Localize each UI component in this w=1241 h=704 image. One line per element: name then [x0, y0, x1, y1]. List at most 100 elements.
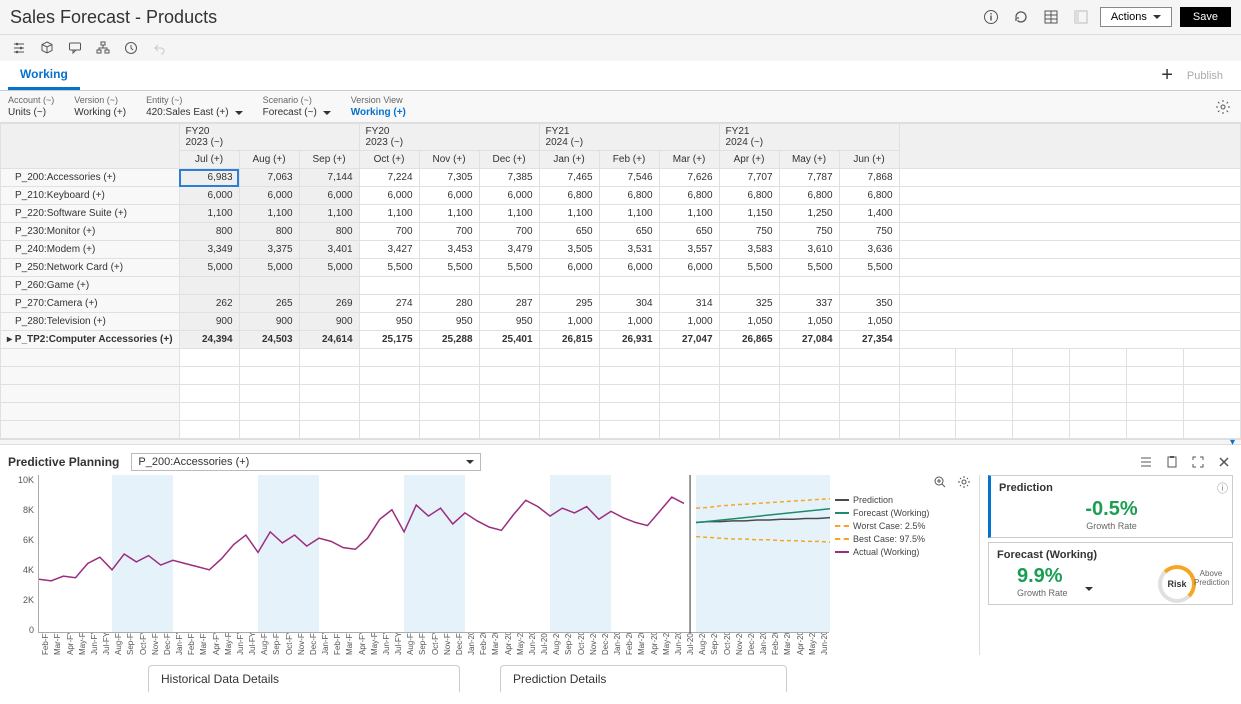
data-cell[interactable]: 5,500 [359, 259, 419, 277]
data-cell[interactable] [839, 277, 899, 295]
month-header[interactable]: Feb (+) [599, 151, 659, 169]
data-cell[interactable]: 6,000 [299, 187, 359, 205]
cube-icon[interactable] [38, 39, 56, 57]
tab-working[interactable]: Working [8, 61, 80, 90]
data-cell[interactable]: 1,100 [599, 205, 659, 223]
add-tab-icon[interactable]: + [1161, 64, 1173, 87]
data-cell[interactable] [599, 277, 659, 295]
data-cell[interactable]: 3,349 [179, 241, 239, 259]
tab-prediction-details[interactable]: Prediction Details [500, 665, 787, 692]
data-cell[interactable]: 6,800 [539, 187, 599, 205]
data-cell[interactable]: 1,050 [719, 313, 779, 331]
data-cell[interactable]: 950 [359, 313, 419, 331]
data-cell[interactable]: 1,000 [539, 313, 599, 331]
data-cell[interactable]: 6,983 [179, 169, 239, 187]
data-cell[interactable] [359, 277, 419, 295]
data-cell[interactable]: 6,800 [839, 187, 899, 205]
data-cell[interactable]: 325 [719, 295, 779, 313]
pov-entity-val[interactable]: 420:Sales East (+) [146, 107, 243, 118]
data-cell[interactable]: 287 [479, 295, 539, 313]
data-cell[interactable]: 27,354 [839, 331, 899, 349]
data-cell[interactable]: 6,000 [539, 259, 599, 277]
data-cell[interactable]: 1,400 [839, 205, 899, 223]
zoom-icon[interactable] [931, 473, 949, 491]
data-cell[interactable]: 6,800 [779, 187, 839, 205]
data-cell[interactable]: 5,000 [239, 259, 299, 277]
expand-icon[interactable] [1189, 453, 1207, 471]
data-cell[interactable] [659, 277, 719, 295]
data-cell[interactable]: 6,000 [599, 259, 659, 277]
close-icon[interactable] [1215, 453, 1233, 471]
row-header[interactable]: P_260:Game (+) [1, 277, 180, 295]
data-cell[interactable]: 1,150 [719, 205, 779, 223]
row-header[interactable]: P_280:Television (+) [1, 313, 180, 331]
data-cell[interactable]: 25,401 [479, 331, 539, 349]
data-cell[interactable]: 7,224 [359, 169, 419, 187]
data-cell[interactable]: 700 [479, 223, 539, 241]
data-cell[interactable]: 3,557 [659, 241, 719, 259]
chart-gear-icon[interactable] [955, 473, 973, 491]
data-cell[interactable]: 900 [239, 313, 299, 331]
tab-historical-details[interactable]: Historical Data Details [148, 665, 460, 692]
row-header[interactable]: P_200:Accessories (+) [1, 169, 180, 187]
data-cell[interactable]: 265 [239, 295, 299, 313]
row-header[interactable]: P_270:Camera (+) [1, 295, 180, 313]
data-cell[interactable]: 800 [179, 223, 239, 241]
data-cell[interactable]: 1,100 [479, 205, 539, 223]
data-cell[interactable]: 7,465 [539, 169, 599, 187]
data-cell[interactable]: 3,401 [299, 241, 359, 259]
data-cell[interactable]: 24,503 [239, 331, 299, 349]
month-header[interactable]: Jun (+) [839, 151, 899, 169]
data-cell[interactable]: 950 [479, 313, 539, 331]
data-cell[interactable]: 800 [239, 223, 299, 241]
data-cell[interactable] [539, 277, 599, 295]
row-header[interactable]: P_240:Modem (+) [1, 241, 180, 259]
data-cell[interactable]: 1,100 [659, 205, 719, 223]
data-cell[interactable]: 6,000 [239, 187, 299, 205]
data-cell[interactable] [419, 277, 479, 295]
data-cell[interactable] [299, 277, 359, 295]
list-icon[interactable] [1137, 453, 1155, 471]
data-cell[interactable]: 7,868 [839, 169, 899, 187]
chevron-down-icon[interactable] [1079, 580, 1097, 598]
row-header[interactable]: P_230:Monitor (+) [1, 223, 180, 241]
data-cell[interactable]: 6,000 [419, 187, 479, 205]
resizer-grip-icon[interactable]: ▾ [1230, 437, 1235, 448]
data-cell[interactable]: 7,707 [719, 169, 779, 187]
month-header[interactable]: Jan (+) [539, 151, 599, 169]
data-cell[interactable]: 337 [779, 295, 839, 313]
data-cell[interactable]: 6,000 [659, 259, 719, 277]
data-cell[interactable]: 700 [419, 223, 479, 241]
data-cell[interactable]: 1,100 [419, 205, 479, 223]
paste-icon[interactable] [1163, 453, 1181, 471]
info-icon[interactable]: ⓘ [1217, 480, 1228, 496]
data-cell[interactable]: 3,375 [239, 241, 299, 259]
data-cell[interactable]: 3,610 [779, 241, 839, 259]
data-cell[interactable]: 950 [419, 313, 479, 331]
data-cell[interactable]: 3,636 [839, 241, 899, 259]
data-cell[interactable]: 3,453 [419, 241, 479, 259]
row-header[interactable]: ▸ P_TP2:Computer Accessories (+) [1, 331, 180, 349]
month-header[interactable]: May (+) [779, 151, 839, 169]
data-cell[interactable]: 27,084 [779, 331, 839, 349]
pane-resizer[interactable]: ▾ [0, 439, 1241, 445]
data-cell[interactable]: 7,144 [299, 169, 359, 187]
hierarchy-icon[interactable] [94, 39, 112, 57]
data-cell[interactable] [719, 277, 779, 295]
data-cell[interactable]: 27,047 [659, 331, 719, 349]
row-header[interactable]: P_250:Network Card (+) [1, 259, 180, 277]
data-cell[interactable]: 800 [299, 223, 359, 241]
data-cell[interactable]: 7,546 [599, 169, 659, 187]
month-header[interactable]: Mar (+) [659, 151, 719, 169]
data-cell[interactable]: 26,931 [599, 331, 659, 349]
panel-icon[interactable] [1070, 6, 1092, 28]
data-cell[interactable]: 26,865 [719, 331, 779, 349]
data-cell[interactable]: 6,800 [719, 187, 779, 205]
actions-button[interactable]: Actions [1100, 7, 1172, 27]
data-cell[interactable]: 3,583 [719, 241, 779, 259]
data-cell[interactable]: 295 [539, 295, 599, 313]
data-cell[interactable]: 5,500 [839, 259, 899, 277]
data-cell[interactable]: 750 [719, 223, 779, 241]
data-cell[interactable]: 24,614 [299, 331, 359, 349]
info-icon[interactable] [980, 6, 1002, 28]
